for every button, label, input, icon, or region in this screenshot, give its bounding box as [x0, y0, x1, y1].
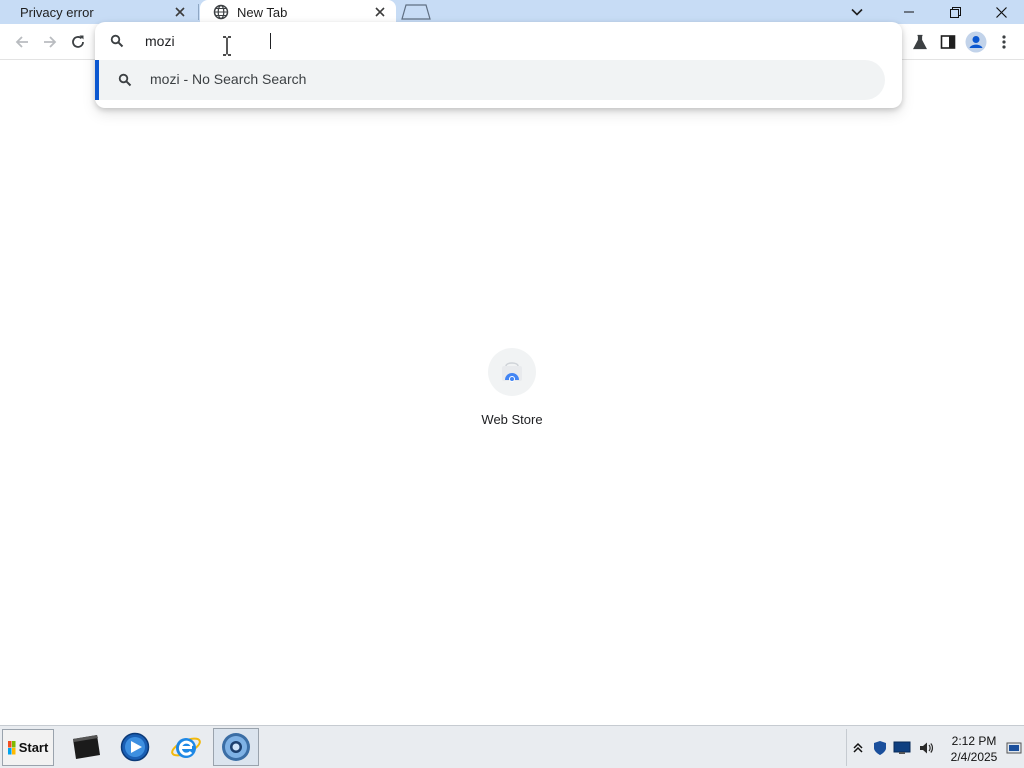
show-hidden-icons-button[interactable]	[849, 739, 867, 757]
tab-strip: Privacy error New Tab	[0, 0, 1024, 24]
speaker-icon	[920, 742, 934, 754]
tray-volume[interactable]	[917, 739, 935, 757]
taskbar-clock[interactable]: 2:12 PM 2/4/2025	[947, 733, 1001, 765]
media-player-icon	[120, 732, 150, 762]
web-store-icon	[488, 348, 536, 396]
chevron-down-icon	[851, 8, 863, 16]
side-panel-button[interactable]	[936, 30, 960, 54]
tray-security[interactable]	[871, 739, 889, 757]
close-window-button[interactable]	[978, 0, 1024, 24]
address-bar-input[interactable]	[145, 30, 865, 52]
omnibox-suggestion[interactable]: mozi - No Search Search	[95, 60, 885, 100]
shortcut-label: Web Store	[481, 412, 543, 427]
terminal-icon	[73, 735, 100, 759]
minimize-button[interactable]	[886, 0, 932, 24]
side-panel-icon	[940, 35, 956, 49]
start-button[interactable]: Start	[2, 729, 54, 766]
labs-button[interactable]	[908, 30, 932, 54]
shield-icon	[874, 741, 886, 755]
omnibox-dropdown: mozi - No Search Search	[95, 22, 902, 108]
clock-time: 2:12 PM	[951, 734, 997, 748]
taskbar-app-media-player[interactable]	[112, 728, 158, 766]
system-tray: 2:12 PM 2/4/2025	[846, 729, 1024, 766]
tab-title: New Tab	[237, 4, 288, 20]
forward-icon	[44, 36, 57, 48]
taskbar: Start 2:12 PM 2/4/2025	[0, 725, 1024, 768]
close-icon[interactable]	[172, 4, 188, 20]
profile-icon	[965, 31, 987, 53]
suggestion-text: mozi - No Search Search	[150, 71, 307, 87]
text-cursor-icon	[222, 36, 232, 56]
taskbar-app-internet-explorer[interactable]	[163, 728, 209, 766]
close-icon	[995, 6, 1007, 18]
tray-action-center[interactable]	[1005, 739, 1023, 757]
labs-flask-icon	[913, 34, 927, 50]
restore-icon	[949, 6, 961, 18]
clock-date: 2/4/2025	[950, 750, 998, 764]
text-caret	[270, 33, 271, 49]
toolbar-right-icons	[908, 30, 1016, 54]
restore-button[interactable]	[932, 0, 978, 24]
profile-button[interactable]	[964, 30, 988, 54]
reload-icon	[72, 35, 84, 48]
start-label: Start	[18, 740, 49, 755]
new-tab-button[interactable]	[400, 3, 434, 21]
minimize-icon	[904, 11, 914, 13]
chrome-browser-icon	[222, 733, 250, 761]
search-icon	[110, 34, 124, 48]
network-monitor-icon	[893, 741, 911, 754]
menu-button[interactable]	[992, 30, 1016, 54]
close-icon[interactable]	[372, 4, 388, 20]
search-icon	[118, 73, 132, 87]
globe-icon	[213, 4, 229, 20]
tab-divider	[198, 4, 199, 20]
window-controls	[886, 0, 1024, 24]
action-center-icon	[1006, 742, 1022, 754]
shortcut-web-store[interactable]: Web Store	[472, 348, 552, 432]
taskbar-app-chrome[interactable]	[213, 728, 259, 766]
tab-search-button[interactable]	[846, 2, 868, 22]
back-icon	[15, 36, 28, 48]
chevron-up-icon	[853, 742, 863, 753]
tab-privacy-error[interactable]: Privacy error	[0, 0, 196, 24]
internet-explorer-icon	[171, 737, 201, 758]
forward-button[interactable]	[38, 30, 62, 54]
windows-flag-icon	[7, 740, 16, 754]
tray-network[interactable]	[893, 739, 911, 757]
selection-indicator	[95, 60, 99, 100]
back-button[interactable]	[10, 30, 34, 54]
tab-new-tab[interactable]: New Tab	[200, 0, 396, 24]
tab-title: Privacy error	[20, 4, 94, 20]
taskbar-app-terminal[interactable]	[63, 728, 109, 766]
reload-button[interactable]	[66, 30, 90, 54]
menu-kebab-icon	[1002, 35, 1006, 49]
